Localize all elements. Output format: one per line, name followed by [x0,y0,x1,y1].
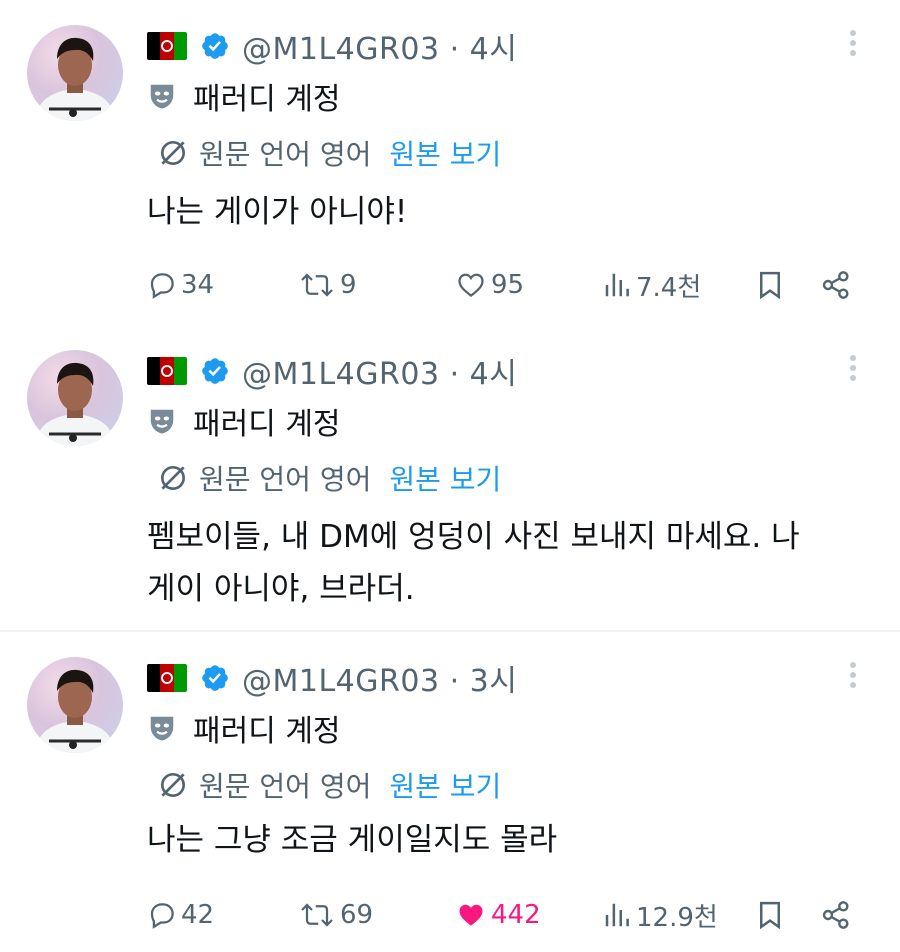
tweet[interactable]: @M1L4GR03 · 4시 패러디 계정 원문 언어 영어 원본 보기 펨보이… [0,325,900,630]
verified-badge-icon[interactable] [200,356,230,386]
like-count: 95 [491,270,525,300]
views-button[interactable]: 7.4천 [602,265,701,305]
share-icon [822,271,849,299]
views-button[interactable]: 12.9천 [602,895,718,935]
parody-label-text: 패러디 계정 [193,82,341,117]
repost-count: 69 [340,900,374,930]
translate-globe-icon [161,466,185,490]
tweet-text: 나는 게이가 아니야! [147,194,408,230]
parody-mask-icon [150,409,174,434]
translate-globe-icon [161,141,185,165]
avatar[interactable] [27,657,123,753]
tweet-text-line: 게이 아니야, 브라더. [147,571,415,607]
more-options-icon[interactable] [847,30,859,64]
translation-info: 원문 언어 영어 원본 보기 [157,765,501,805]
reply-count: 34 [181,270,215,300]
share-button[interactable] [820,895,852,935]
translation-info: 원문 언어 영어 원본 보기 [157,133,501,173]
tweet-actions: 42 69 442 12.9천 [0,895,900,935]
views-icon [605,903,629,927]
tweet-time[interactable]: · 4시 [450,32,518,67]
afghanistan-flag-icon [147,32,187,60]
bookmark-button[interactable] [755,895,785,935]
verified-badge-icon[interactable] [200,663,230,693]
view-count: 12.9천 [636,902,718,933]
more-options-icon[interactable] [847,355,859,389]
bookmark-button[interactable] [755,265,785,305]
avatar[interactable] [27,350,123,446]
parody-label-text: 패러디 계정 [193,714,341,749]
tweet-text: 펨보이들, 내 DM에 엉덩이 사진 보내지 마세요. 나 게이 아니야, 브라… [147,511,867,615]
tweet-time[interactable]: · 3시 [450,664,518,699]
parody-mask-icon [150,716,174,741]
parody-label-text: 패러디 계정 [193,407,341,442]
translation-info: 원문 언어 영어 원본 보기 [157,458,501,498]
source-language: 원문 언어 영어 [199,770,372,803]
user-handle[interactable]: @M1L4GR03 [242,664,440,699]
source-language: 원문 언어 영어 [199,138,372,171]
parody-label: 패러디 계정 [147,706,341,750]
repost-count: 9 [340,270,357,300]
repost-icon [301,273,333,297]
repost-button[interactable]: 9 [298,265,357,305]
parody-mask-icon [150,84,174,109]
reply-icon [150,903,174,929]
share-icon [822,901,849,929]
view-original-link[interactable]: 원본 보기 [389,765,501,805]
tweet-text: 나는 그냥 조금 게이일지도 몰라 [147,822,558,858]
translate-globe-icon [161,773,185,797]
view-original-link[interactable]: 원본 보기 [389,458,501,498]
tweet-time[interactable]: · 4시 [450,357,518,392]
repost-icon [301,903,333,927]
source-language: 원문 언어 영어 [199,463,372,496]
more-options-icon[interactable] [847,662,859,696]
heart-icon [459,904,483,926]
like-button[interactable]: 95 [455,265,524,305]
avatar[interactable] [27,25,123,121]
reply-icon [150,273,174,299]
tweet-text-line: 펨보이들, 내 DM에 엉덩이 사진 보내지 마세요. 나 [147,519,800,555]
like-button[interactable]: 442 [455,895,541,935]
afghanistan-flag-icon [147,664,187,692]
parody-label: 패러디 계정 [147,399,341,443]
share-button[interactable] [820,265,852,305]
like-count: 442 [491,900,541,930]
bookmark-icon [760,271,780,300]
view-original-link[interactable]: 원본 보기 [389,133,501,173]
heart-icon [458,273,484,298]
tweet-actions: 34 9 95 7.4천 [0,265,900,305]
user-handle[interactable]: @M1L4GR03 [242,357,440,392]
verified-badge-icon[interactable] [200,31,230,61]
tweet[interactable]: @M1L4GR03 · 4시 패러디 계정 원문 언어 영어 원본 보기 나는 … [0,0,900,330]
reply-button[interactable]: 34 [147,265,214,305]
repost-button[interactable]: 69 [298,895,373,935]
views-icon [605,273,629,297]
afghanistan-flag-icon [147,357,187,385]
reply-count: 42 [181,900,215,930]
reply-button[interactable]: 42 [147,895,214,935]
user-handle[interactable]: @M1L4GR03 [242,32,440,67]
tweet[interactable]: @M1L4GR03 · 3시 패러디 계정 원문 언어 영어 원본 보기 나는 … [0,632,900,952]
parody-label: 패러디 계정 [147,74,341,118]
bookmark-icon [760,901,780,930]
view-count: 7.4천 [636,272,702,303]
